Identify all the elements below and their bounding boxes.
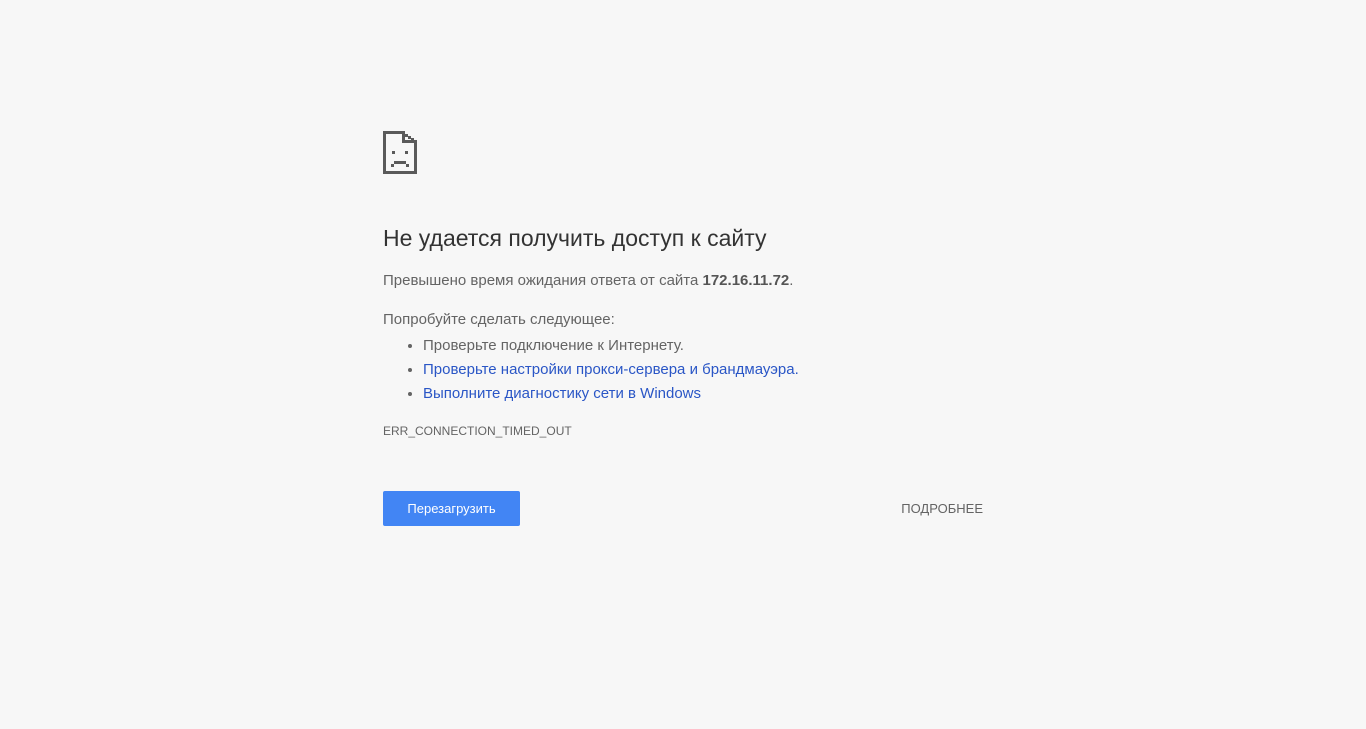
- suggestion-item: Проверьте подключение к Интернету.: [423, 334, 983, 358]
- suggestion-check-connection: Проверьте подключение к Интернету.: [423, 337, 684, 354]
- reload-button[interactable]: Перезагрузить: [383, 491, 520, 526]
- suggestion-item: Выполните диагностику сети в Windows: [423, 382, 983, 406]
- details-button[interactable]: ПОДРОБНЕЕ: [901, 491, 983, 526]
- suggestion-proxy-firewall-link[interactable]: Проверьте настройки прокси-сервера и бра…: [423, 361, 799, 378]
- error-title: Не удается получить доступ к сайту: [383, 225, 767, 251]
- sad-page-icon: [383, 131, 417, 174]
- error-summary: Превышено время ожидания ответа от сайта…: [383, 271, 983, 291]
- suggestions-heading: Попробуйте сделать следующее:: [383, 311, 615, 328]
- suggestion-network-diagnostics-link[interactable]: Выполните диагностику сети в Windows: [423, 385, 701, 402]
- error-code: ERR_CONNECTION_TIMED_OUT: [383, 424, 572, 438]
- error-host: 172.16.11.72: [702, 272, 790, 289]
- error-content: Не удается получить доступ к сайту Превы…: [383, 131, 983, 439]
- suggestion-item: Проверьте настройки прокси-сервера и бра…: [423, 358, 983, 382]
- error-summary-suffix: .: [789, 272, 794, 289]
- error-summary-prefix: Превышено время ожидания ответа от сайта: [383, 272, 703, 289]
- suggestions-list: Проверьте подключение к Интернету. Прове…: [383, 334, 983, 406]
- button-row: Перезагрузить ПОДРОБНЕЕ: [383, 491, 983, 526]
